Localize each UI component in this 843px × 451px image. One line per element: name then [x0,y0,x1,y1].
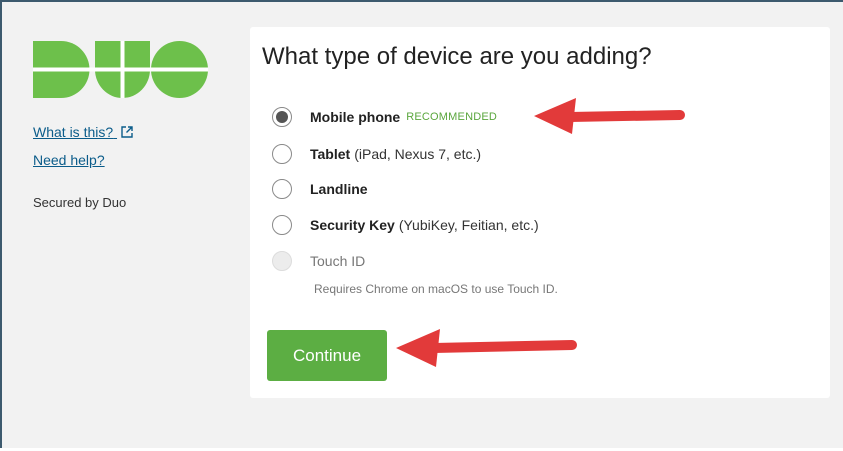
option-detail: (YubiKey, Feitian, etc.) [398,217,539,233]
radio-security-key[interactable] [272,215,292,235]
radio-landline[interactable] [272,179,292,199]
need-help-link[interactable]: Need help? [33,152,105,168]
radio-touch-id [272,251,292,271]
option-landline[interactable]: Landline [272,177,368,201]
secured-by-duo: Secured by Duo [33,195,127,210]
what-is-this-link[interactable]: What is this? [33,124,133,141]
continue-button[interactable]: Continue [267,330,387,381]
option-label: Mobile phone [310,109,401,125]
option-security-key[interactable]: Security Key (YubiKey, Feitian, etc.) [272,213,539,237]
touch-id-hint: Requires Chrome on macOS to use Touch ID… [314,282,558,296]
option-mobile-phone[interactable]: Mobile phone RECOMMENDED [272,105,497,129]
external-link-icon [121,125,133,141]
option-label: Security Key [310,217,395,233]
recommended-badge: RECOMMENDED [406,111,498,123]
annotation-arrow-continue [396,329,577,367]
option-detail: (iPad, Nexus 7, etc.) [354,146,482,162]
what-is-this-label: What is this? [33,124,114,140]
radio-mobile-phone[interactable] [272,107,292,127]
duo-logo [33,41,208,98]
option-label: Tablet [310,146,351,162]
annotation-arrow-recommended [534,98,685,134]
option-touch-id: Touch ID [272,249,365,273]
option-label: Touch ID [310,253,366,269]
option-label: Landline [310,181,368,197]
option-tablet[interactable]: Tablet (iPad, Nexus 7, etc.) [272,142,481,166]
radio-tablet[interactable] [272,144,292,164]
page-title: What type of device are you adding? [262,43,652,70]
